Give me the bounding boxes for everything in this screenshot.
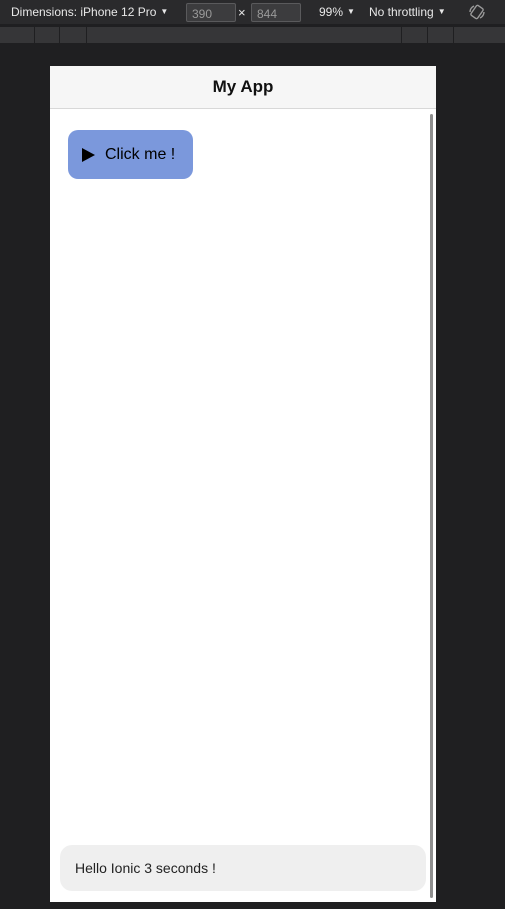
page-title: My App: [212, 77, 274, 96]
toast-message: Hello Ionic 3 seconds !: [75, 860, 216, 876]
caret-down-icon: ▼: [437, 7, 446, 16]
caret-down-icon: ▼: [160, 7, 169, 16]
media-query-divider: [34, 27, 35, 43]
dimension-separator: ×: [238, 5, 246, 20]
toast: Hello Ionic 3 seconds !: [60, 845, 426, 891]
media-query-divider: [59, 27, 60, 43]
media-query-divider: [401, 27, 402, 43]
play-icon: [80, 147, 96, 163]
zoom-dropdown[interactable]: 99% ▼: [319, 5, 355, 19]
zoom-label: 99%: [319, 5, 344, 19]
devtools-toolbar: Dimensions: iPhone 12 Pro ▼ × 99% ▼ No t…: [0, 0, 505, 24]
device-dimensions-dropdown[interactable]: Dimensions: iPhone 12 Pro ▼: [11, 5, 168, 19]
device-height-input[interactable]: [251, 3, 301, 22]
device-dimensions-label: Dimensions: iPhone 12 Pro: [11, 5, 157, 19]
rotate-icon[interactable]: [468, 3, 486, 21]
throttling-dropdown[interactable]: No throttling ▼: [369, 5, 446, 19]
app-header: My App: [50, 66, 436, 109]
media-query-divider: [86, 27, 87, 43]
media-query-divider: [427, 27, 428, 43]
device-viewport: My App Click me ! Hello Ionic 3 seconds …: [50, 66, 436, 902]
media-query-bar: [0, 27, 505, 43]
scrollbar[interactable]: [430, 114, 433, 898]
media-query-divider: [453, 27, 454, 43]
click-me-label: Click me !: [105, 145, 176, 163]
click-me-button[interactable]: Click me !: [68, 130, 193, 179]
throttling-label: No throttling: [369, 5, 434, 19]
caret-down-icon: ▼: [347, 7, 355, 16]
device-width-input[interactable]: [186, 3, 236, 22]
